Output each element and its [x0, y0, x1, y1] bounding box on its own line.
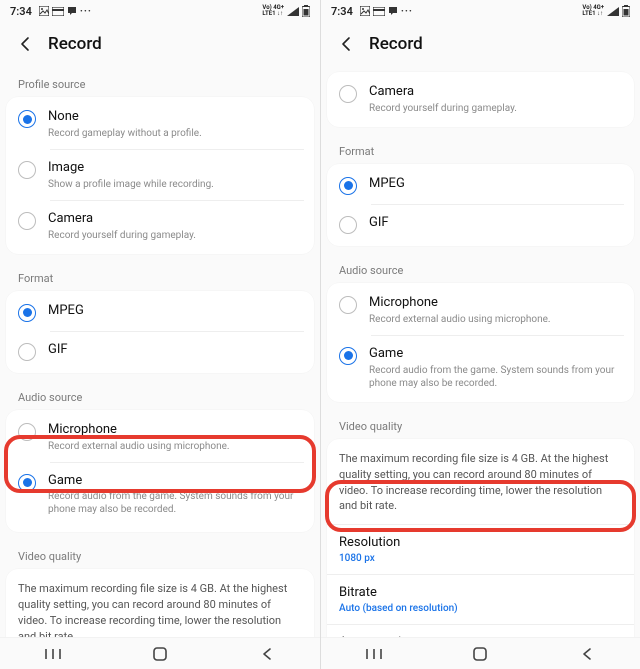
option-microphone[interactable]: Microphone Record external audio using m…	[6, 412, 314, 463]
radio-icon	[18, 304, 36, 322]
radio-icon	[18, 110, 36, 128]
card-format: MPEG GIF	[327, 164, 634, 246]
radio-icon	[339, 296, 357, 314]
option-microphone[interactable]: Microphone Record external audio using m…	[327, 285, 634, 336]
card-icon	[52, 7, 64, 16]
video-quality-info: The maximum recording file size is 4 GB.…	[6, 571, 314, 637]
nav-recents[interactable]	[28, 647, 78, 661]
radio-icon	[18, 161, 36, 179]
radio-icon	[18, 343, 36, 361]
option-mpeg[interactable]: MPEG	[327, 166, 634, 205]
nav-home[interactable]	[135, 646, 185, 662]
setting-aspect-ratio[interactable]: Aspect ratio Full screen	[327, 624, 634, 637]
nav-bar	[0, 637, 320, 669]
nav-back[interactable]	[242, 647, 292, 661]
back-button[interactable]	[337, 35, 355, 53]
radio-icon	[18, 212, 36, 230]
radio-icon	[339, 85, 357, 103]
status-time: 7:34	[331, 5, 353, 18]
phone-right: 7:34 ··· Vo) 4G+LTE1 ↓↑ Record Camera Re…	[320, 0, 640, 669]
card-audio-source: Microphone Record external audio using m…	[327, 283, 634, 402]
header: Record	[321, 22, 640, 68]
battery-icon	[622, 5, 630, 17]
card-video-quality: The maximum recording file size is 4 GB.…	[6, 569, 314, 637]
radio-icon	[18, 474, 36, 492]
option-camera[interactable]: Camera Record yourself during gameplay.	[6, 201, 314, 252]
option-camera[interactable]: Camera Record yourself during gameplay.	[327, 74, 634, 125]
option-none[interactable]: None Record gameplay without a profile.	[6, 99, 314, 150]
network-label: Vo) 4G+LTE1 ↓↑	[262, 5, 284, 17]
option-gif[interactable]: GIF	[6, 332, 314, 371]
network-label: Vo) 4G+LTE1 ↓↑	[582, 5, 604, 17]
chat-icon	[388, 6, 398, 16]
video-quality-info: The maximum recording file size is 4 GB.…	[327, 441, 634, 525]
phone-left: 7:34 ··· Vo) 4G+LTE1 ↓↑ Record Profile s…	[0, 0, 320, 669]
status-time: 7:34	[10, 5, 32, 18]
card-format: MPEG GIF	[6, 291, 314, 373]
option-gif[interactable]: GIF	[327, 205, 634, 244]
gallery-icon	[360, 6, 370, 16]
nav-recents[interactable]	[349, 647, 399, 661]
option-game[interactable]: Game Record audio from the game. System …	[6, 463, 314, 531]
section-audio-source: Audio source	[321, 254, 640, 283]
option-image[interactable]: Image Show a profile image while recordi…	[6, 150, 314, 201]
radio-icon	[18, 423, 36, 441]
nav-back[interactable]	[562, 647, 612, 661]
radio-icon	[339, 216, 357, 234]
header: Record	[0, 22, 320, 68]
radio-icon	[339, 177, 357, 195]
section-audio-source: Audio source	[0, 381, 320, 410]
card-profile-source-tail: Camera Record yourself during gameplay.	[327, 72, 634, 127]
scroll-area[interactable]: Profile source None Record gameplay with…	[0, 68, 320, 637]
status-bar: 7:34 ··· Vo) 4G+LTE1 ↓↑	[0, 0, 320, 22]
setting-bitrate[interactable]: Bitrate Auto (based on resolution)	[327, 574, 634, 624]
nav-home[interactable]	[455, 646, 505, 662]
option-game[interactable]: Game Record audio from the game. System …	[327, 336, 634, 400]
back-button[interactable]	[16, 35, 34, 53]
scroll-area[interactable]: Camera Record yourself during gameplay. …	[321, 68, 640, 637]
signal-icon	[287, 7, 299, 16]
section-format: Format	[0, 262, 320, 291]
signal-icon	[607, 7, 619, 16]
setting-resolution[interactable]: Resolution 1080 px	[327, 524, 634, 574]
section-format: Format	[321, 135, 640, 164]
nav-bar	[321, 637, 640, 669]
battery-icon	[302, 5, 310, 17]
more-icon: ···	[401, 6, 413, 17]
card-profile-source: None Record gameplay without a profile. …	[6, 97, 314, 254]
radio-icon	[339, 347, 357, 365]
more-icon: ···	[80, 6, 92, 17]
card-audio-source: Microphone Record external audio using m…	[6, 410, 314, 533]
card-video-quality: The maximum recording file size is 4 GB.…	[327, 439, 634, 637]
card-icon	[373, 7, 385, 16]
section-profile-source: Profile source	[0, 68, 320, 97]
section-video-quality: Video quality	[0, 540, 320, 569]
status-bar: 7:34 ··· Vo) 4G+LTE1 ↓↑	[321, 0, 640, 22]
chat-icon	[67, 6, 77, 16]
page-title: Record	[369, 34, 423, 54]
gallery-icon	[39, 6, 49, 16]
option-mpeg[interactable]: MPEG	[6, 293, 314, 332]
section-video-quality: Video quality	[321, 410, 640, 439]
page-title: Record	[48, 34, 102, 54]
